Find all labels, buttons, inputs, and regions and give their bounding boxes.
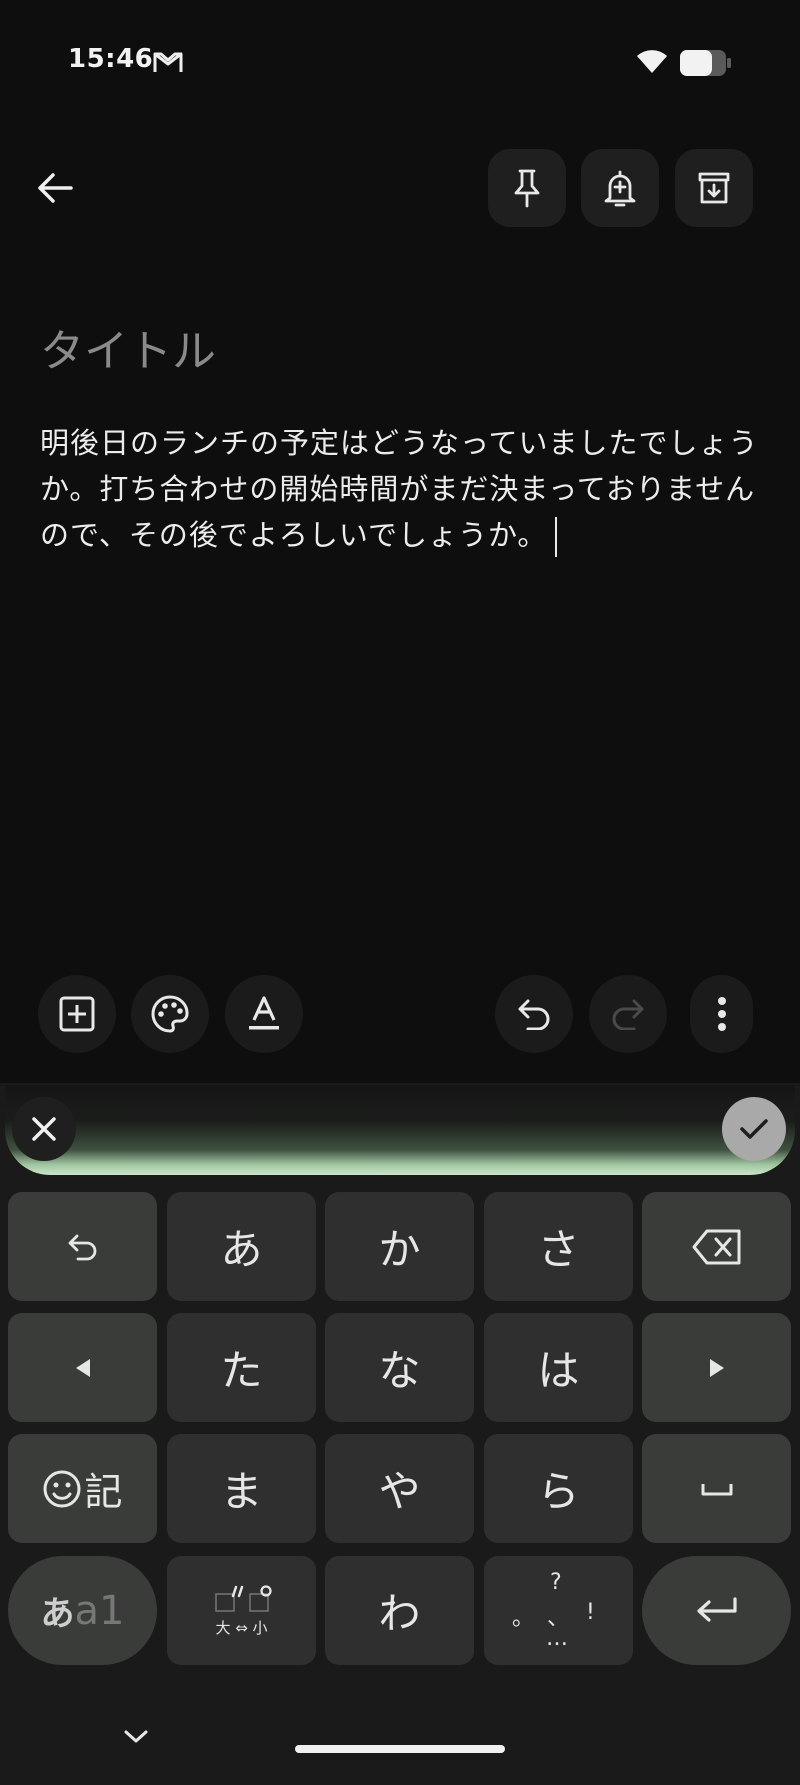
archive-icon [696, 170, 732, 206]
key-enter[interactable] [642, 1556, 791, 1665]
text-format-icon [247, 995, 281, 1033]
title-field[interactable]: タイトル [40, 315, 216, 379]
add-box-icon [58, 995, 96, 1033]
punct-question: ? [550, 1570, 562, 1595]
gmail-icon [153, 50, 183, 74]
mode-alpha-label: a1 [74, 1587, 125, 1634]
key-wa[interactable]: わ [325, 1556, 474, 1665]
key-na[interactable]: な [325, 1313, 474, 1422]
emoji-icon [42, 1469, 82, 1509]
key-undo[interactable] [8, 1192, 157, 1301]
key-ya[interactable]: や [325, 1434, 474, 1543]
key-backspace[interactable] [642, 1192, 791, 1301]
key-ra[interactable]: ら [484, 1434, 633, 1543]
add-content-button[interactable] [38, 975, 116, 1053]
reminder-button[interactable] [581, 149, 659, 227]
battery-icon [680, 50, 732, 76]
key-mode-toggle[interactable]: あ a1 [8, 1556, 157, 1665]
note-body-field[interactable]: 明後日のランチの予定はどうなっていましたでしょうか。打ち合わせの開始時間がまだ決… [40, 420, 760, 558]
check-icon [739, 1117, 769, 1141]
undo-button[interactable] [495, 975, 573, 1053]
text-cursor [555, 517, 558, 557]
more-options-button[interactable] [690, 975, 753, 1053]
key-ma[interactable]: ま [167, 1434, 316, 1543]
arrow-left-icon [74, 1357, 92, 1379]
space-icon [700, 1481, 734, 1497]
arrow-right-icon [708, 1357, 726, 1379]
symbols-label: 記 [84, 1470, 123, 1514]
back-button[interactable] [30, 160, 80, 216]
archive-button[interactable] [675, 149, 753, 227]
key-a[interactable]: あ [167, 1192, 316, 1301]
back-arrow-icon [37, 172, 73, 204]
enter-icon [695, 1596, 739, 1626]
home-indicator[interactable] [295, 1745, 505, 1753]
key-ta[interactable]: た [167, 1313, 316, 1422]
key-dakuten-size[interactable]: 大 ⇔ 小 [167, 1556, 316, 1665]
undo-icon [516, 998, 552, 1030]
punct-excl: ! [586, 1600, 595, 1625]
size-toggle-label: 大 ⇔ 小 [215, 1619, 268, 1637]
text-format-button[interactable] [225, 975, 303, 1053]
mode-hira-label: あ [40, 1594, 75, 1634]
key-space[interactable] [642, 1434, 791, 1543]
chevron-down-icon [120, 1726, 152, 1748]
backspace-icon [691, 1228, 743, 1266]
note-body-text: 明後日のランチの予定はどうなっていましたでしょうか。打ち合わせの開始時間がまだ決… [40, 426, 759, 552]
key-sa[interactable]: さ [484, 1192, 633, 1301]
key-punctuation[interactable]: ? 。 、 ! … [484, 1556, 633, 1665]
hide-keyboard-button[interactable] [120, 1726, 152, 1748]
dakuten-icon [212, 1583, 272, 1613]
punct-ellipsis: … [546, 1626, 568, 1651]
key-ka[interactable]: か [325, 1192, 474, 1301]
strip-cancel-button[interactable] [12, 1097, 76, 1161]
more-vert-icon [717, 997, 727, 1031]
key-cursor-left[interactable] [8, 1313, 157, 1422]
background-options-button[interactable] [131, 975, 209, 1053]
redo-button[interactable] [589, 975, 667, 1053]
pin-icon [511, 168, 543, 208]
palette-icon [150, 994, 190, 1034]
key-ha[interactable]: は [484, 1313, 633, 1422]
redo-icon [610, 998, 646, 1030]
suggestion-strip [5, 1085, 795, 1175]
close-icon [31, 1116, 57, 1142]
punct-period: 。 [512, 1606, 535, 1631]
undo-icon [66, 1233, 100, 1261]
reminder-bell-icon [603, 168, 637, 208]
wifi-icon [636, 47, 668, 75]
key-cursor-right[interactable] [642, 1313, 791, 1422]
strip-confirm-button[interactable] [722, 1097, 786, 1161]
pin-button[interactable] [488, 149, 566, 227]
status-time: 15:46 [68, 44, 154, 74]
key-emoji-symbols[interactable]: 記 [8, 1434, 157, 1543]
